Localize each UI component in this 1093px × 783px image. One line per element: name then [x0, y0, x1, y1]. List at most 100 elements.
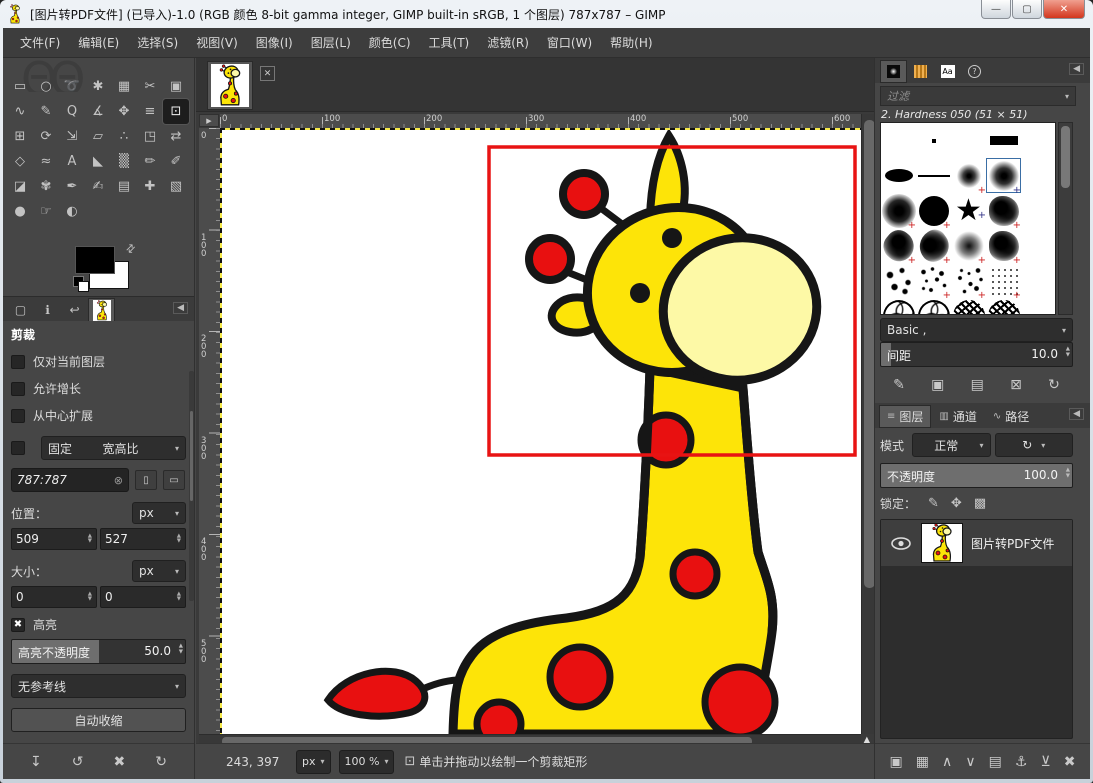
menu-item[interactable]: 视图(V) — [187, 29, 247, 56]
tool-warp-transform[interactable]: ≈ — [33, 149, 59, 174]
tab-paths[interactable]: ∿路径 — [985, 405, 1037, 428]
allow-grow-option[interactable]: 允许增长 — [11, 380, 186, 397]
save-tool-options-button[interactable]: ↧ — [30, 754, 42, 770]
portrait-button[interactable]: ▯ — [135, 470, 157, 490]
size-unit-dropdown[interactable]: px ▾ — [132, 560, 186, 582]
lower-layer-button[interactable]: ∨ — [965, 754, 975, 770]
layer-mode-dropdown[interactable]: 正常 ▾ — [912, 433, 991, 457]
brush-swatch[interactable] — [916, 193, 951, 228]
refresh-brushes-button[interactable]: ↻ — [1048, 377, 1060, 393]
layer-thumbnail[interactable] — [921, 523, 963, 563]
aspect-ratio-input[interactable]: 787:787 ⊗ — [11, 468, 129, 492]
clear-icon[interactable]: ⊗ — [114, 474, 123, 487]
image-tab[interactable] — [207, 61, 253, 110]
menu-item[interactable]: 颜色(C) — [360, 29, 420, 56]
raise-layer-button[interactable]: ∧ — [942, 754, 952, 770]
brush-swatch[interactable] — [916, 228, 951, 263]
spinner-arrows-icon[interactable]: ▲▼ — [179, 643, 183, 655]
duplicate-brush-button[interactable]: ▤ — [971, 377, 984, 393]
tool-foreground-select[interactable]: ▣ — [163, 74, 189, 99]
tab-patterns[interactable] — [907, 60, 934, 83]
default-colors-icon[interactable] — [73, 276, 87, 290]
tool-measure[interactable]: ∡ — [85, 99, 111, 124]
brush-swatch[interactable] — [951, 263, 986, 298]
dock-menu-icon[interactable]: ◀ — [173, 302, 188, 314]
horizontal-ruler[interactable]: 0100200300400500600 — [220, 114, 861, 128]
opacity-slider[interactable]: 不透明度 100.0 ▲▼ — [880, 463, 1073, 488]
menu-item[interactable]: 窗口(W) — [538, 29, 601, 56]
duplicate-layer-button[interactable]: ▤ — [989, 754, 1002, 770]
brush-swatch[interactable] — [881, 123, 916, 158]
fixed-checkbox[interactable] — [11, 441, 25, 455]
position-x-spinner[interactable]: 509 ▲▼ — [11, 528, 97, 550]
checkbox[interactable] — [11, 409, 25, 423]
position-unit-dropdown[interactable]: px ▾ — [132, 502, 186, 524]
brush-swatch[interactable] — [951, 228, 986, 263]
lock-pixels-icon[interactable]: ✎ — [928, 496, 939, 511]
merge-layer-button[interactable]: ⊻ — [1040, 754, 1050, 770]
layer-name[interactable]: 图片转PDF文件 — [971, 535, 1054, 552]
brush-swatch[interactable] — [881, 263, 916, 298]
tool-rotate[interactable]: ⟳ — [33, 124, 59, 149]
lock-alpha-icon[interactable]: ▩ — [974, 496, 986, 511]
delete-tool-options-button[interactable]: ✖ — [114, 754, 126, 770]
spinner-arrows-icon[interactable]: ▲▼ — [1066, 467, 1070, 479]
menu-item[interactable]: 滤镜(R) — [478, 29, 538, 56]
dock-menu-icon[interactable]: ◀ — [1069, 63, 1084, 75]
highlight-opacity-slider[interactable]: 高亮不透明度 50.0 ▲▼ — [11, 639, 186, 664]
brush-swatch[interactable] — [916, 263, 951, 298]
tool-bucket-fill[interactable]: ◣ — [85, 149, 111, 174]
minimize-button[interactable]: — — [981, 0, 1011, 19]
tool-color-picker[interactable]: ✎ — [33, 99, 59, 124]
guides-dropdown[interactable]: 无参考线 ▾ — [11, 674, 186, 698]
spinner-arrows-icon[interactable]: ▲▼ — [177, 534, 181, 544]
tool-free-select[interactable]: ➰ — [59, 74, 85, 99]
brush-swatch[interactable] — [986, 158, 1021, 193]
brush-swatch[interactable] — [951, 158, 986, 193]
tab-fonts[interactable]: Aa — [934, 60, 961, 83]
titlebar[interactable]: [图片转PDF文件] (已导入)-1.0 (RGB 颜色 8-bit gamma… — [0, 0, 1093, 28]
dock-tab-tool-options[interactable]: ▢ — [7, 298, 34, 321]
tool-text[interactable]: A — [59, 149, 85, 174]
new-layer-button[interactable]: ▣ — [890, 754, 903, 770]
tool-paintbrush[interactable]: ✐ — [163, 149, 189, 174]
tool-clone[interactable]: ▤ — [111, 174, 137, 199]
menu-item[interactable]: 帮助(H) — [601, 29, 661, 56]
expand-center-option[interactable]: 从中心扩展 — [11, 407, 186, 424]
tab-help[interactable]: ? — [961, 60, 988, 83]
lock-position-icon[interactable]: ✥ — [951, 496, 962, 511]
zoom-dropdown[interactable]: 100 % ▾ — [339, 750, 395, 774]
auto-shrink-button[interactable]: 自动收缩 — [11, 708, 186, 732]
brush-tag-dropdown[interactable]: Basic , ▾ — [880, 318, 1073, 342]
brush-swatch[interactable] — [986, 123, 1021, 158]
tool-paths[interactable]: ∿ — [7, 99, 33, 124]
tool-mypaint-brush[interactable]: ✍ — [85, 174, 111, 199]
anchor-layer-button[interactable]: ⚓ — [1015, 754, 1028, 770]
quick-mask-toggle[interactable]: ▶ — [199, 114, 219, 127]
tool-unified-transform[interactable]: ⊞ — [7, 124, 33, 149]
dock-menu-icon[interactable]: ◀ — [1069, 408, 1084, 420]
tool-cage-transform[interactable]: ◇ — [7, 149, 33, 174]
tool-3d-transform[interactable]: ◳ — [137, 124, 163, 149]
checkbox[interactable] — [11, 382, 25, 396]
tool-handle-transform[interactable]: ∴ — [111, 124, 137, 149]
restore-tool-options-button[interactable]: ↺ — [72, 754, 84, 770]
menu-item[interactable]: 工具(T) — [420, 29, 479, 56]
spinner-arrows-icon[interactable]: ▲▼ — [1066, 346, 1070, 358]
fixed-dropdown[interactable]: 固定 宽高比 ▾ — [41, 436, 186, 460]
tool-align[interactable]: ≡ — [137, 99, 163, 124]
tool-eraser[interactable]: ◪ — [7, 174, 33, 199]
tab-brushes[interactable] — [880, 60, 907, 83]
canvas[interactable] — [220, 128, 861, 734]
brush-swatch[interactable] — [986, 263, 1021, 298]
spinner-arrows-icon[interactable]: ▲▼ — [88, 592, 92, 602]
brush-swatch[interactable] — [986, 228, 1021, 263]
menu-item[interactable]: 图层(L) — [302, 29, 360, 56]
size-h-spinner[interactable]: 0 ▲▼ — [100, 586, 186, 608]
new-layer-group-button[interactable]: ▦ — [916, 754, 929, 770]
brush-swatch[interactable] — [881, 298, 916, 315]
tool-flip[interactable]: ⇄ — [163, 124, 189, 149]
tab-channels[interactable]: ▥通道 — [931, 405, 984, 428]
tool-shear[interactable]: ▱ — [85, 124, 111, 149]
spacing-slider[interactable]: 间距 10.0 ▲▼ — [880, 342, 1073, 367]
